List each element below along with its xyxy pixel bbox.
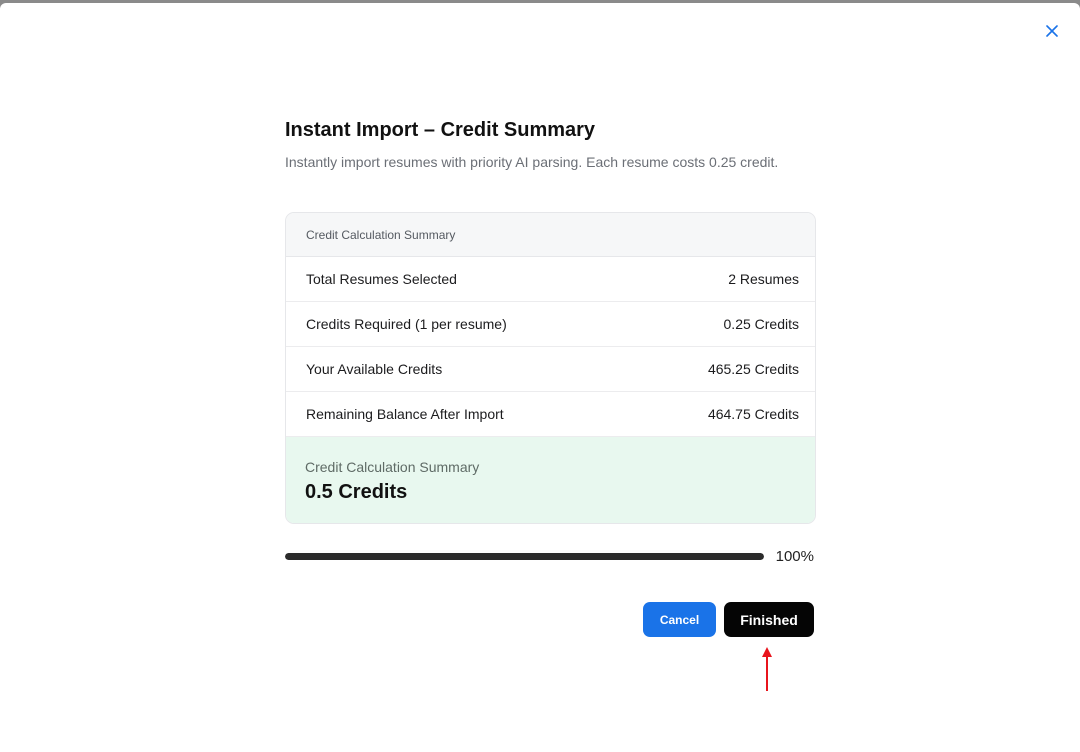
summary-header: Credit Calculation Summary [286,213,815,257]
summary-row-credits-required: Credits Required (1 per resume) 0.25 Cre… [286,302,815,347]
cancel-button[interactable]: Cancel [643,602,716,637]
total-credits-box: Credit Calculation Summary 0.5 Credits [286,437,815,523]
row-label: Your Available Credits [306,361,443,377]
finished-button[interactable]: Finished [724,602,814,637]
row-value: 465.25 Credits [707,361,799,377]
dialog-subtitle: Instantly import resumes with priority A… [285,154,779,170]
row-label: Credits Required (1 per resume) [306,316,507,332]
dialog-title: Instant Import – Credit Summary [285,119,596,141]
total-credits-label: Credit Calculation Summary [305,459,480,475]
row-label: Total Resumes Selected [306,271,457,287]
close-icon [1046,25,1058,37]
close-button[interactable] [1042,21,1062,41]
credit-summary-dialog: Instant Import – Credit Summary Instantl… [0,3,1080,752]
row-value: 464.75 Credits [707,406,799,422]
row-value: 0.25 Credits [723,316,799,332]
dialog-actions: Cancel Finished [643,602,814,637]
progress-percent: 100% [775,548,814,565]
summary-row-total-resumes: Total Resumes Selected 2 Resumes [286,257,815,302]
credit-summary-card: Credit Calculation Summary Total Resumes… [285,212,816,524]
row-label: Remaining Balance After Import [306,406,504,422]
summary-row-available-credits: Your Available Credits 465.25 Credits [286,347,815,392]
summary-row-remaining-balance: Remaining Balance After Import 464.75 Cr… [286,392,815,437]
arrow-up-icon [762,647,772,691]
progress-track [285,553,764,560]
total-credits-value: 0.5 Credits [305,481,408,503]
import-progress: 100% [285,548,814,568]
progress-fill [285,553,764,560]
row-value: 2 Resumes [728,271,799,287]
